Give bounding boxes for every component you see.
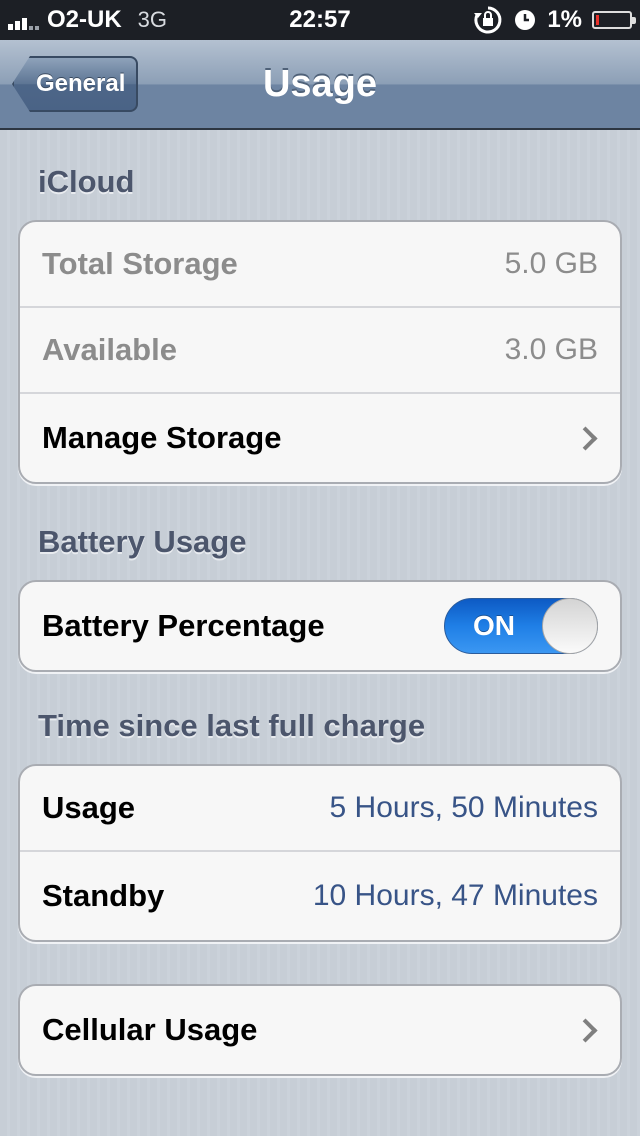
battery-percent: 1% [547, 6, 582, 33]
cellular-usage-label: Cellular Usage [42, 1012, 258, 1047]
battery-percentage-row: Battery Percentage ON [20, 582, 620, 670]
charge-group: Usage 5 Hours, 50 Minutes Standby 10 Hou… [18, 764, 622, 942]
battery-percentage-toggle[interactable]: ON [444, 598, 598, 654]
battery-percentage-label: Battery Percentage [42, 608, 325, 643]
chevron-right-icon [573, 1017, 598, 1043]
chevron-right-icon [573, 425, 598, 451]
alarm-clock-icon [515, 10, 536, 30]
standby-label: Standby [42, 878, 165, 913]
section-header-charge: Time since last full charge [38, 708, 426, 743]
section-header-battery: Battery Usage [38, 524, 247, 559]
status-bar: O2-UK 3G 22:57 1% [0, 0, 640, 40]
total-storage-label: Total Storage [42, 246, 238, 281]
battery-icon [592, 11, 636, 29]
rotation-lock-icon [474, 6, 502, 34]
usage-label: Usage [42, 790, 136, 825]
usage-value: 5 Hours, 50 Minutes [329, 791, 598, 824]
available-value: 3.0 GB [504, 333, 598, 366]
available-row: Available 3.0 GB [20, 308, 620, 394]
toggle-on-label: ON [473, 610, 515, 641]
page-title: Usage [262, 63, 378, 105]
total-storage-value: 5.0 GB [504, 247, 598, 280]
section-header-icloud: iCloud [38, 164, 135, 199]
total-storage-row: Total Storage 5.0 GB [20, 222, 620, 308]
manage-storage-row[interactable]: Manage Storage [20, 394, 620, 482]
icloud-group: Total Storage 5.0 GB Available 3.0 GB Ma… [18, 220, 622, 484]
toggle-knob [542, 598, 598, 654]
manage-storage-label: Manage Storage [42, 420, 282, 455]
usage-row: Usage 5 Hours, 50 Minutes [20, 766, 620, 852]
battery-group: Battery Percentage ON [18, 580, 622, 672]
cellular-usage-row[interactable]: Cellular Usage [20, 986, 620, 1074]
standby-row: Standby 10 Hours, 47 Minutes [20, 852, 620, 940]
available-label: Available [42, 332, 177, 367]
standby-value: 10 Hours, 47 Minutes [312, 879, 598, 912]
cellular-group: Cellular Usage [18, 984, 622, 1076]
navigation-bar: General Usage [0, 40, 640, 130]
